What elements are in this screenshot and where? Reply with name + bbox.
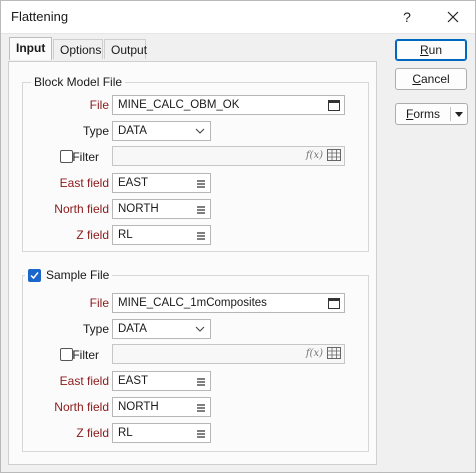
run-accel: R [419,43,429,57]
sample-group-header: Sample File [25,268,113,282]
block-model-group: Block Model File File MINE_CALC_OBM_OK T… [22,75,369,252]
chevron-down-icon [194,124,206,138]
file-browse-icon[interactable] [327,296,341,310]
bm-z-field[interactable]: RL [112,225,211,245]
expression-icon[interactable]: f(x) [306,345,323,363]
s-z-label: Z field [76,426,109,440]
bm-north-label: North field [54,202,109,216]
help-icon: ? [403,8,411,25]
bm-type-select[interactable]: DATA [112,121,211,141]
list-icon[interactable] [196,401,206,413]
sample-file-checkbox[interactable] [28,268,41,282]
run-button[interactable]: Run [395,39,467,61]
cancel-accel: C [412,72,421,86]
bm-z-value: RL [118,229,133,241]
chevron-down-icon [194,322,206,336]
cancel-label: ancel [420,72,450,86]
tab-output[interactable]: Output [104,39,147,59]
s-z-field[interactable]: RL [112,423,211,443]
bm-type-label: Type [82,124,109,138]
s-file-label: File [89,296,109,310]
list-icon[interactable] [196,203,206,215]
s-north-label: North field [54,400,109,414]
s-north-value: NORTH [118,401,159,413]
tab-input[interactable]: Input [9,37,52,60]
s-type-value: DATA [118,323,147,335]
forms-dropdown-arrow-icon[interactable] [453,107,465,121]
s-east-field[interactable]: EAST [112,371,211,391]
s-file-input[interactable]: MINE_CALC_1mComposites [112,293,345,313]
grid-icon[interactable] [327,149,341,163]
bm-z-label: Z field [76,228,109,242]
s-type-label: Type [82,322,109,336]
s-filter-label: Filter [72,348,99,362]
s-east-label: East field [59,374,109,388]
bm-filter-label: Filter [72,150,99,164]
bm-file-input[interactable]: MINE_CALC_OBM_OK [112,95,345,115]
run-label: un [428,43,443,57]
flattening-dialog: Flattening ? Input Options Output Block … [0,0,476,473]
cancel-button[interactable]: Cancel [395,68,467,90]
s-z-value: RL [118,427,133,439]
forms-label: Forms [396,104,450,124]
s-filter-input[interactable]: f(x) [112,344,345,364]
bm-file-value: MINE_CALC_OBM_OK [118,99,240,111]
window-title: Flattening [11,9,69,24]
s-north-field[interactable]: NORTH [112,397,211,417]
bm-east-label: East field [59,176,109,190]
bm-file-label: File [89,98,109,112]
bm-north-value: NORTH [118,203,159,215]
list-icon[interactable] [196,375,206,387]
forms-button[interactable]: Forms [395,103,468,125]
bm-filter-input[interactable]: f(x) [112,146,345,166]
title-bar: Flattening ? [1,1,475,34]
file-browse-icon[interactable] [327,98,341,112]
grid-icon[interactable] [327,347,341,361]
bm-east-field[interactable]: EAST [112,173,211,193]
s-file-value: MINE_CALC_1mComposites [118,297,267,309]
forms-separator [450,107,451,121]
sample-file-group: Sample File File MINE_CALC_1mComposites … [22,268,369,452]
list-icon[interactable] [196,177,206,189]
list-icon[interactable] [196,229,206,241]
help-button[interactable]: ? [385,1,429,32]
s-east-value: EAST [118,375,149,387]
list-icon[interactable] [196,427,206,439]
bm-east-value: EAST [118,177,149,189]
block-model-group-title: Block Model File [31,75,126,89]
tab-options[interactable]: Options [53,39,103,59]
close-button[interactable] [431,1,475,32]
bm-type-value: DATA [118,125,147,137]
sample-group-title: Sample File [46,268,110,282]
bm-north-field[interactable]: NORTH [112,199,211,219]
expression-icon[interactable]: f(x) [306,147,323,165]
s-type-select[interactable]: DATA [112,319,211,339]
input-tab-panel: Block Model File File MINE_CALC_OBM_OK T… [8,61,377,465]
close-icon [447,11,459,22]
forms-label-rest: orms [413,107,440,121]
